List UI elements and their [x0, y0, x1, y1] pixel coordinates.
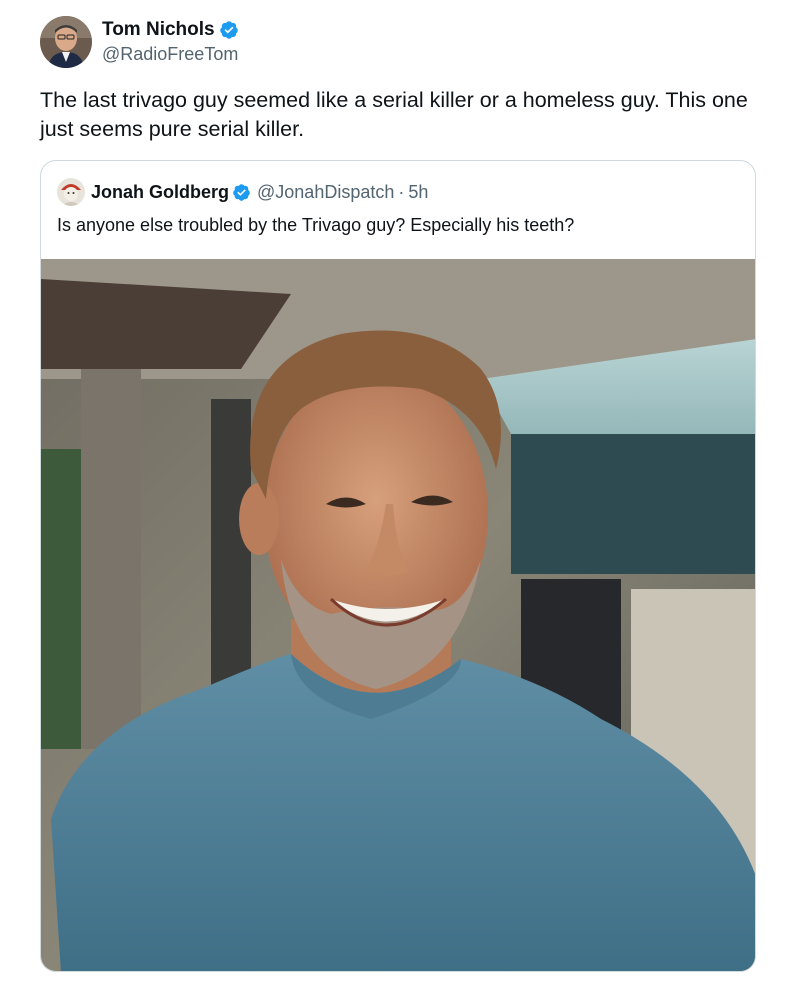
quoted-author-name[interactable]: Jonah Goldberg: [91, 182, 229, 203]
photo-man-smiling-icon: [41, 259, 755, 971]
quoted-tweet-image[interactable]: [41, 259, 755, 971]
avatar-photo-icon: [57, 178, 85, 206]
quoted-timestamp[interactable]: 5h: [408, 182, 428, 203]
quoted-author-handle[interactable]: @JonahDispatch: [257, 182, 394, 203]
tweet-header: Tom Nichols @RadioFreeTom: [40, 16, 239, 68]
quoted-tweet-header: Jonah Goldberg @JonahDispatch · 5h: [57, 177, 428, 207]
quoted-tweet-text: Is anyone else troubled by the Trivago g…: [57, 215, 575, 235]
avatar-photo-icon: [40, 16, 92, 68]
separator-dot: ·: [398, 181, 405, 202]
author-name[interactable]: Tom Nichols: [102, 18, 215, 42]
verified-badge-icon: [219, 21, 238, 39]
tweet: Tom Nichols @RadioFreeTom The last triva…: [0, 0, 800, 1000]
author-avatar[interactable]: [40, 16, 92, 68]
quoted-author-avatar[interactable]: [57, 178, 85, 206]
author-handle[interactable]: @RadioFreeTom: [102, 42, 239, 66]
tweet-text: The last trivago guy seemed like a seria…: [40, 88, 748, 141]
quoted-tweet-card[interactable]: Jonah Goldberg @JonahDispatch · 5h Is an…: [40, 160, 756, 972]
verified-badge-icon: [233, 183, 250, 201]
